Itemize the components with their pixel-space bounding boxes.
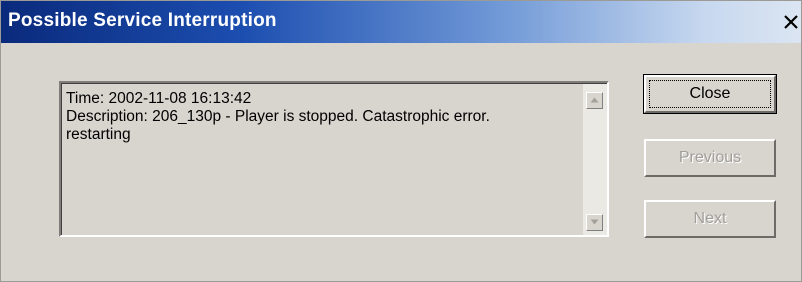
next-button-label: Next [693,210,727,227]
message-text-area[interactable]: Time: 2002-11-08 16:13:42 Description: 2… [61,83,583,235]
previous-button[interactable]: Previous [644,139,776,177]
scroll-down-arrow-icon[interactable] [586,214,603,231]
message-line-time: Time: 2002-11-08 16:13:42 [66,90,252,107]
dialog-title: Possible Service Interruption [8,10,277,31]
close-icon[interactable] [782,13,800,31]
dialog-window: Possible Service Interruption Time: 2002… [0,0,802,282]
title-bar[interactable]: Possible Service Interruption [1,1,801,43]
vertical-scrollbar[interactable] [583,83,607,235]
close-button-label: Close [689,85,731,102]
message-line-description: Description: 206_130p - Player is stoppe… [66,108,490,125]
close-button[interactable]: Close [643,74,777,114]
message-textbox[interactable]: Time: 2002-11-08 16:13:42 Description: 2… [59,81,609,237]
next-button[interactable]: Next [644,200,776,238]
previous-button-label: Previous [678,149,742,166]
scroll-up-arrow-icon[interactable] [586,92,603,109]
message-line-status: restarting [66,126,131,143]
